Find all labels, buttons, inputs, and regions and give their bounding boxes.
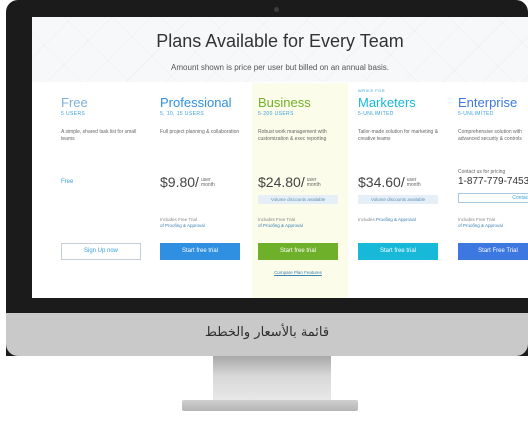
trial-note: Includes Free Trial of Proofing & Approva… [458, 217, 503, 228]
plan-price: $24.80/user month [258, 174, 321, 190]
price-unit: user month [406, 177, 421, 189]
sign-up-button[interactable]: Sign Up now [61, 243, 141, 260]
phone-number: 1-877-779-7453 [458, 176, 528, 187]
trial-note: Includes Proofing & Approval [358, 217, 416, 222]
pricing-screen: Plans Available for Every Team Amount sh… [32, 17, 528, 298]
plan-tag: WRIKE FOR [358, 88, 386, 93]
compare-plan-features-link[interactable]: Compare Plan Features [258, 270, 338, 275]
start-free-trial-button[interactable]: Start free trial [258, 243, 338, 260]
plan-users: 5, 10, 15 USERS [160, 111, 205, 117]
volume-discount-badge: Volume discounts available [358, 195, 438, 204]
plan-users: 5-200 USERS [258, 111, 294, 117]
plan-name: Business [258, 95, 311, 110]
plan-business: Business 5-200 USERS Robust work managem… [252, 83, 348, 298]
plan-name: Marketers [358, 95, 416, 110]
plan-price: $9.80/user month [160, 174, 215, 190]
plan-users: 5 USERS [61, 111, 86, 117]
plan-description: Robust work management with customizatio… [258, 129, 327, 142]
plan-name: Enterprise [458, 95, 518, 110]
plan-professional: Professional 5, 10, 15 USERS Full projec… [154, 83, 250, 298]
camera-dot [274, 7, 279, 12]
plan-description: Comprehensive solution with advanced sec… [458, 129, 522, 142]
plan-description: Full project planning & collaboration [160, 129, 240, 135]
plan-enterprise: Enterprise 5-UNLIMITED Comprehensive sol… [452, 83, 528, 298]
contact-note: Contact us for pricing [458, 169, 506, 175]
start-free-trial-button[interactable]: Start free trial [358, 243, 438, 260]
trial-note: Includes Free Trial of Proofing & Approva… [160, 217, 205, 228]
contact-us-button[interactable]: Contact Us [458, 193, 528, 203]
plan-marketers: WRIKE FOR Marketers 5-UNLIMITED Tailor-m… [352, 83, 448, 298]
plan-name: Free [61, 95, 88, 110]
monitor-base [182, 400, 358, 411]
plan-description: A simple, shared task list for small tea… [61, 129, 137, 142]
volume-discount-badge: Volume discounts available [258, 195, 338, 204]
page-subtitle: Amount shown is price per user but bille… [171, 63, 389, 72]
caption-text: قائمة بالأسعار والخطط [204, 325, 330, 340]
monitor-chin: قائمة بالأسعار والخطط [6, 313, 528, 356]
plan-description: Tailor-made solution for marketing & cre… [358, 129, 439, 142]
price-unit: user month [306, 177, 321, 189]
plan-users: 5-UNLIMITED [358, 111, 394, 117]
plan-free: Free 5 USERS A simple, shared task list … [55, 83, 151, 298]
price-unit: user month [200, 177, 215, 189]
plan-price: Free [61, 179, 74, 185]
monitor-stand [213, 356, 331, 400]
monitor-bezel: Plans Available for Every Team Amount sh… [6, 0, 528, 356]
trial-note: Includes Free Trial of Proofing & Approva… [258, 217, 303, 228]
plan-price: $34.60/user month [358, 174, 421, 190]
page-title: Plans Available for Every Team [156, 31, 404, 51]
plan-users: 5-UNLIMITED [458, 111, 494, 117]
plan-name: Professional [160, 95, 232, 110]
start-free-trial-button[interactable]: Start free trial [160, 243, 240, 260]
start-free-trial-button[interactable]: Start Free Trial [458, 243, 528, 260]
